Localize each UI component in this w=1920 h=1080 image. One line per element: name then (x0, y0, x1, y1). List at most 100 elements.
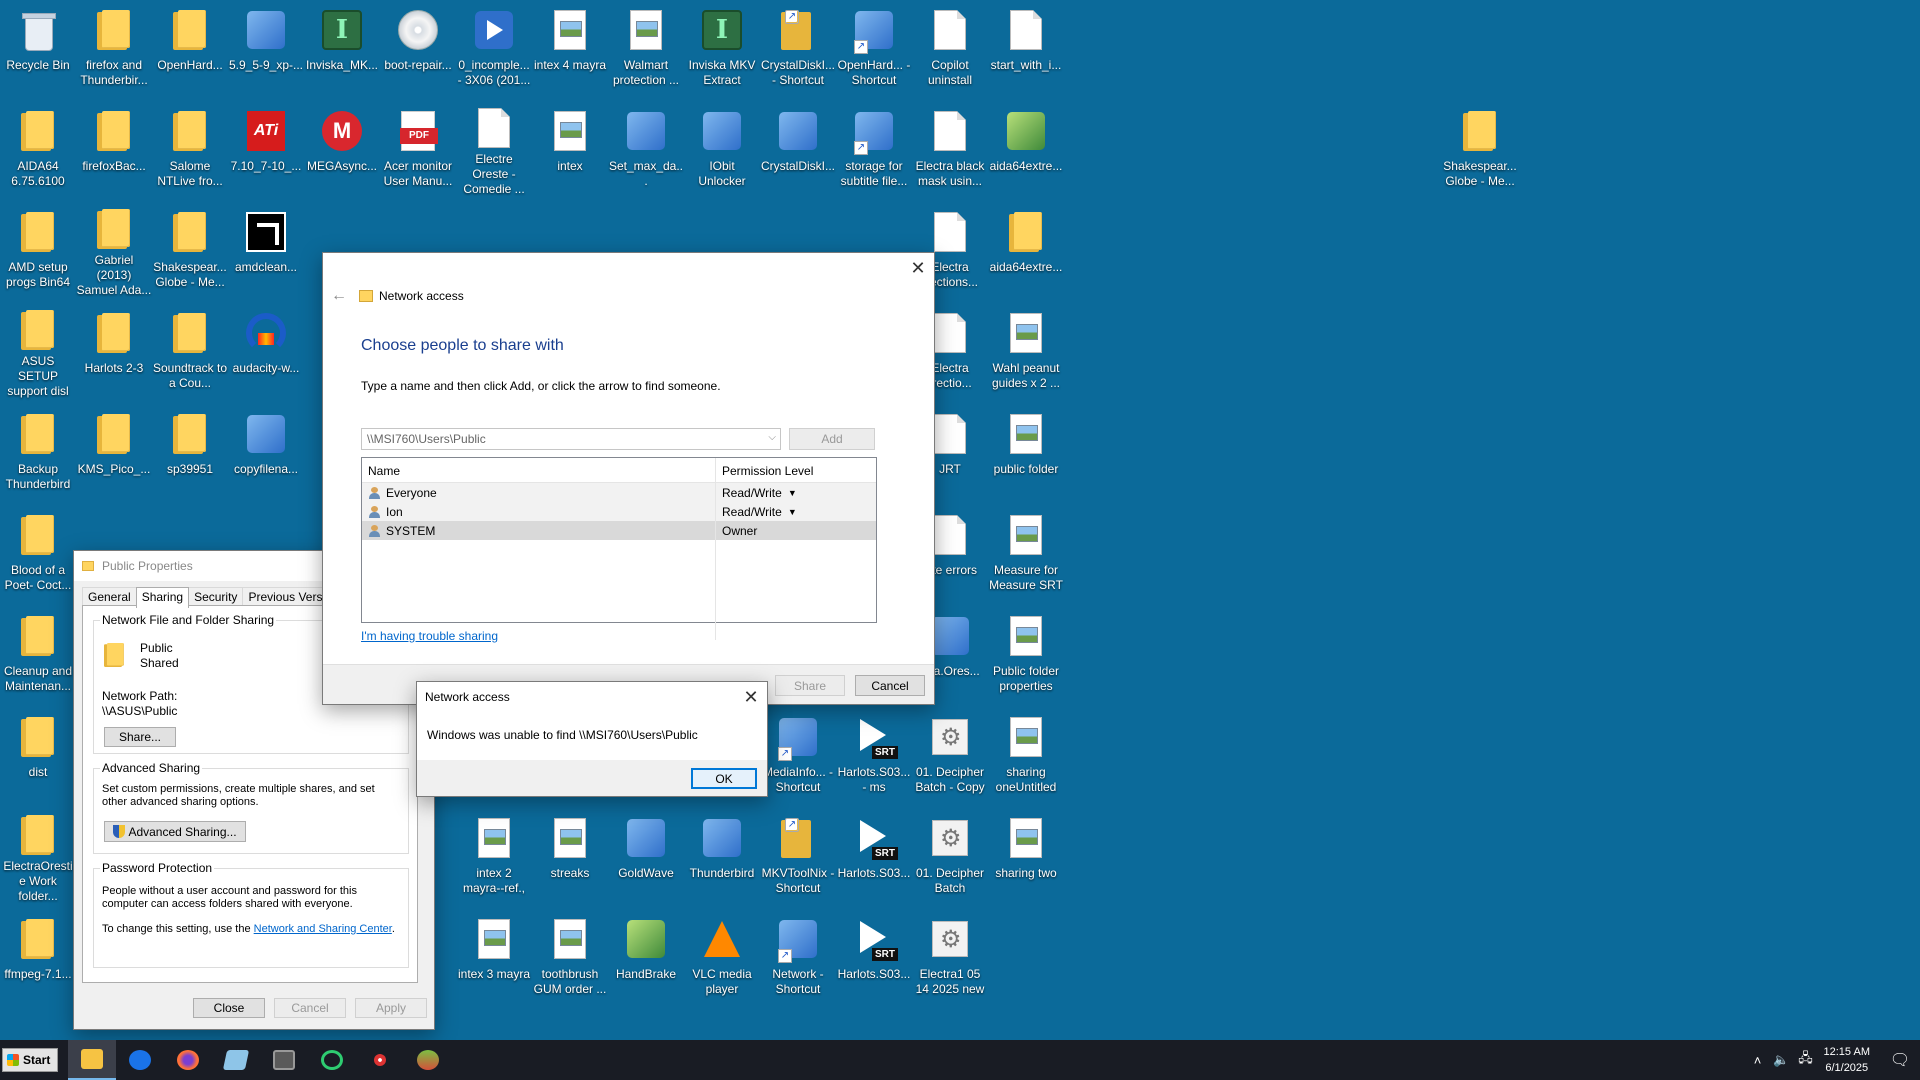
desktop-icon[interactable]: 01. Decipher Batch - Copy (912, 707, 988, 803)
desktop-icon[interactable]: Harlots 2-3 (76, 303, 152, 399)
desktop-icon[interactable]: aida64extre... (988, 101, 1064, 197)
desktop-icon[interactable]: sharing oneUntitled (988, 707, 1064, 803)
network-icon[interactable]: 🖧 (1794, 1049, 1818, 1071)
desktop-icon[interactable]: Cleanup and Maintenan... (0, 606, 76, 702)
desktop-icon[interactable]: 5.9_5-9_xp-... (228, 0, 304, 96)
desktop-icon[interactable]: Public folder properties (988, 606, 1064, 702)
desktop-icon[interactable]: Network - Shortcut (760, 909, 836, 1005)
ok-button[interactable]: OK (691, 768, 757, 789)
close-icon[interactable]: ✕ (904, 255, 932, 281)
desktop-icon[interactable]: ATi 7.10_7-10_... (228, 101, 304, 197)
desktop-icon[interactable]: IObit Unlocker (684, 101, 760, 197)
table-row[interactable]: SYSTEM Owner (362, 521, 876, 540)
apply-button[interactable]: Apply (355, 998, 427, 1018)
desktop-icon[interactable]: ffmpeg-7.1... (0, 909, 76, 1005)
desktop-icon[interactable]: Set_max_da... (608, 101, 684, 197)
desktop-icon[interactable]: AIDA64 6.75.6100 (0, 101, 76, 197)
desktop-icon[interactable]: firefox and Thunderbir... (76, 0, 152, 96)
desktop-icon[interactable]: OpenHard... (152, 0, 228, 96)
desktop-icon[interactable]: storage for subtitle file... (836, 101, 912, 197)
desktop-icon[interactable]: Wahl peanut guides x 2 ... (988, 303, 1064, 399)
table-row[interactable]: Ion Read/Write ▼ (362, 502, 876, 521)
tab-sharing[interactable]: Sharing (135, 587, 190, 608)
desktop-icon[interactable]: Electra1 05 14 2025 new (912, 909, 988, 1005)
clock[interactable]: 12:15 AM 6/1/2025 (1824, 1044, 1870, 1076)
desktop-icon[interactable]: intex 3 mayra (456, 909, 532, 1005)
desktop-icon[interactable]: Blood of a Poet- Coct... (0, 505, 76, 601)
table-row[interactable]: Everyone Read/Write ▼ (362, 483, 876, 502)
desktop-icon[interactable]: Recycle Bin (0, 0, 76, 96)
chevron-up-icon[interactable]: ˄ (1746, 1053, 1770, 1068)
desktop-icon[interactable]: 0_incomple... - 3X06 (201... (456, 0, 532, 96)
desktop-icon[interactable]: HandBrake (608, 909, 684, 1005)
desktop-icon[interactable]: CrystalDiskI... - Shortcut (760, 0, 836, 96)
desktop-icon[interactable]: Shakespear... Globe - Me... (152, 202, 228, 298)
desktop-icon[interactable]: ElectraOrestie Work folder... (0, 808, 76, 904)
desktop-icon[interactable]: VLC media player (684, 909, 760, 1005)
desktop-icon[interactable]: I Inviska MKV Extract (684, 0, 760, 96)
desktop-icon[interactable]: intex 4 mayra (532, 0, 608, 96)
taskbar-app[interactable] (260, 1040, 308, 1080)
desktop-icon[interactable]: I Inviska_MK... (304, 0, 380, 96)
desktop-icon[interactable]: Harlots.S03... - ms (836, 707, 912, 803)
taskbar-file-explorer[interactable] (68, 1040, 116, 1080)
desktop-icon[interactable]: ASUS SETUP support disl (0, 303, 76, 399)
desktop-icon[interactable]: MKVToolNix - Shortcut (760, 808, 836, 904)
desktop-icon[interactable]: AMD setup progs Bin64 (0, 202, 76, 298)
desktop-icon[interactable]: firefoxBac... (76, 101, 152, 197)
advanced-sharing-button[interactable]: Advanced Sharing... (104, 821, 246, 842)
desktop-icon[interactable]: sp39951 (152, 404, 228, 500)
desktop-icon[interactable]: Backup Thunderbird (0, 404, 76, 500)
cancel-button[interactable]: Cancel (274, 998, 346, 1018)
desktop-icon[interactable]: Harlots.S03... (836, 909, 912, 1005)
taskbar-notepad[interactable] (212, 1040, 260, 1080)
desktop-icon[interactable]: intex (532, 101, 608, 197)
desktop-icon[interactable]: streaks (532, 808, 608, 904)
desktop-icon[interactable]: OpenHard... - Shortcut (836, 0, 912, 96)
desktop-icon[interactable]: Shakespear... Globe - Me... (1442, 101, 1518, 197)
desktop-icon[interactable]: public folder (988, 404, 1064, 500)
taskbar-thunderbird[interactable] (116, 1040, 164, 1080)
add-button[interactable]: Add (789, 428, 875, 450)
network-sharing-center-link[interactable]: Network and Sharing Center (254, 923, 392, 935)
desktop-icon[interactable]: Acer monitor User Manu... (380, 101, 456, 197)
desktop-icon[interactable]: sharing two (988, 808, 1064, 904)
desktop-icon[interactable]: Measure for Measure SRT (988, 505, 1064, 601)
desktop-icon[interactable]: intex 2 mayra--ref., (456, 808, 532, 904)
desktop-icon[interactable]: Thunderbird (684, 808, 760, 904)
notification-icon[interactable]: 🗨 (1880, 1050, 1920, 1070)
taskbar-green-app[interactable] (308, 1040, 356, 1080)
share-button[interactable]: Share... (104, 727, 176, 747)
dropdown-arrow-icon[interactable]: ▼ (788, 507, 797, 517)
taskbar-media-app[interactable] (356, 1040, 404, 1080)
desktop-icon[interactable]: aida64extre... (988, 202, 1064, 298)
taskbar-firefox[interactable] (164, 1040, 212, 1080)
chevron-down-icon[interactable]: ⌵ (768, 432, 776, 443)
desktop-icon[interactable]: MediaInfo... - Shortcut (760, 707, 836, 803)
column-header-name[interactable]: Name (362, 458, 716, 482)
desktop-icon[interactable]: 01. Decipher Batch (912, 808, 988, 904)
desktop-icon[interactable]: audacity-w... (228, 303, 304, 399)
desktop-icon[interactable]: M MEGAsync... (304, 101, 380, 197)
wizard-cancel-button[interactable]: Cancel (855, 675, 925, 696)
volume-icon[interactable]: 🔈 (1770, 1052, 1794, 1068)
desktop-icon[interactable]: amdclean... (228, 202, 304, 298)
close-button[interactable]: Close (193, 998, 265, 1018)
desktop-icon[interactable]: KMS_Pico_... (76, 404, 152, 500)
desktop-icon[interactable]: dist (0, 707, 76, 803)
desktop-icon[interactable]: GoldWave (608, 808, 684, 904)
desktop-icon[interactable]: Soundtrack to a Cou... (152, 303, 228, 399)
share-submit-button[interactable]: Share (775, 675, 845, 696)
desktop-icon[interactable]: Gabriel (2013) Samuel Ada... (76, 202, 152, 298)
column-header-permission[interactable]: Permission Level (716, 458, 819, 482)
desktop-icon[interactable]: Walmart protection ... (608, 0, 684, 96)
desktop-icon[interactable]: Salome NTLive fro... (152, 101, 228, 197)
start-button[interactable]: Start (2, 1048, 58, 1072)
tab-security[interactable]: Security (188, 587, 244, 607)
trouble-sharing-link[interactable]: I'm having trouble sharing (361, 629, 498, 643)
desktop-icon[interactable]: CrystalDiskI... (760, 101, 836, 197)
desktop-icon[interactable]: Copilot uninstall (912, 0, 988, 96)
desktop-icon[interactable]: toothbrush GUM order ... (532, 909, 608, 1005)
close-icon[interactable]: ✕ (737, 684, 765, 710)
people-combo-input[interactable]: \\MSI760\Users\Public ⌵ (361, 428, 781, 450)
